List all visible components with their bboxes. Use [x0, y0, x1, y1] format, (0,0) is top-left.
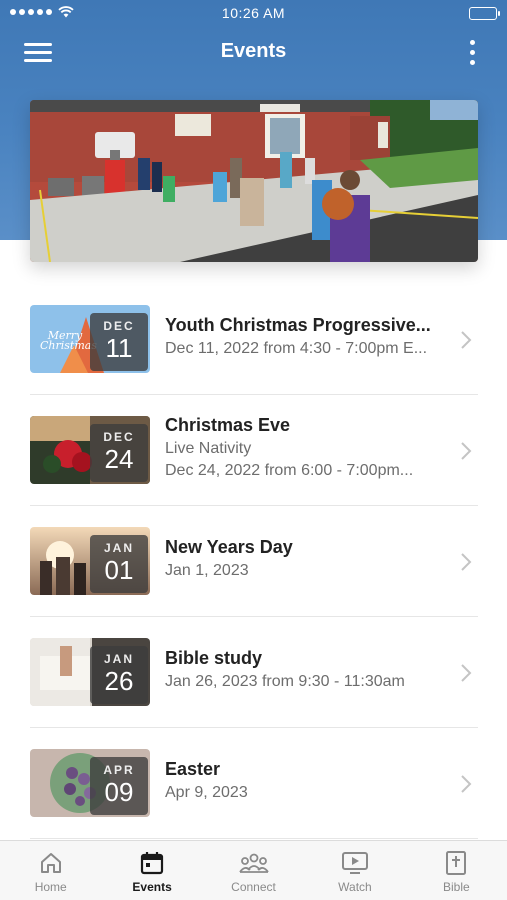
date-badge: DEC 24	[90, 424, 148, 482]
date-day: 01	[104, 555, 134, 585]
event-list: Merry Christmas DEC 11 Youth Christmas P…	[30, 284, 478, 839]
event-info: Youth Christmas Progressive... Dec 11, 2…	[165, 315, 455, 358]
event-thumbnail: JAN 01	[30, 527, 150, 595]
status-bar: 10:26 AM	[0, 0, 507, 28]
event-info: Christmas Eve Live Nativity Dec 24, 2022…	[165, 415, 455, 480]
event-datetime: Dec 11, 2022 from 4:30 - 7:00pm E...	[165, 340, 428, 357]
chevron-right-icon	[461, 553, 472, 571]
date-month: DEC	[103, 430, 135, 444]
tab-label: Watch	[338, 880, 372, 894]
tab-bar: Home Events Connect Watch Bible	[0, 840, 507, 900]
event-info: New Years Day Jan 1, 2023	[165, 537, 455, 580]
tab-label: Connect	[231, 880, 276, 894]
event-title: New Years Day	[165, 537, 293, 557]
event-title: Easter	[165, 759, 221, 779]
date-badge: JAN 26	[90, 646, 148, 704]
date-month: JAN	[103, 541, 134, 555]
event-row-new-years-day[interactable]: JAN 01 New Years Day Jan 1, 2023	[30, 506, 478, 617]
event-info: Easter Apr 9, 2023	[165, 759, 455, 802]
tab-watch[interactable]: Watch	[304, 841, 405, 900]
chevron-right-icon	[461, 664, 472, 682]
event-subtitle: Live Nativity	[165, 440, 252, 457]
date-badge: JAN 01	[90, 535, 148, 593]
thumbnail-caption: Merry Christmas	[40, 329, 97, 352]
event-datetime: Dec 24, 2022 from 6:00 - 7:00pm...	[165, 462, 414, 479]
event-info: Bible study Jan 26, 2023 from 9:30 - 11:…	[165, 648, 455, 691]
date-badge: APR 09	[90, 757, 148, 815]
event-row-christmas-eve[interactable]: DEC 24 Christmas Eve Live Nativity Dec 2…	[30, 395, 478, 506]
status-time: 10:26 AM	[221, 5, 286, 21]
hero-image[interactable]	[30, 100, 478, 262]
people-icon	[238, 853, 269, 873]
chevron-right-icon	[461, 331, 472, 349]
date-day: 26	[104, 666, 134, 696]
tab-bible[interactable]: Bible	[406, 841, 507, 900]
chevron-right-icon	[461, 442, 472, 460]
home-icon	[40, 853, 61, 873]
event-thumbnail: Merry Christmas DEC 11	[30, 305, 150, 373]
event-datetime: Jan 26, 2023 from 9:30 - 11:30am	[165, 673, 405, 690]
date-day: 11	[105, 333, 133, 363]
chevron-right-icon	[461, 775, 472, 793]
event-row-youth-christmas[interactable]: Merry Christmas DEC 11 Youth Christmas P…	[30, 284, 478, 395]
page-title: Events	[220, 40, 287, 62]
tab-events[interactable]: Events	[101, 841, 202, 900]
tab-label: Bible	[442, 880, 470, 894]
tv-play-icon	[341, 852, 368, 874]
event-title: Christmas Eve	[165, 415, 291, 435]
tab-label: Home	[34, 880, 67, 894]
event-thumbnail: JAN 26	[30, 638, 150, 706]
tab-home[interactable]: Home	[0, 841, 101, 900]
calendar-icon	[141, 852, 164, 875]
event-row-bible-study[interactable]: JAN 26 Bible study Jan 26, 2023 from 9:3…	[30, 617, 478, 728]
event-thumbnail: APR 09	[30, 749, 150, 817]
date-day: 09	[104, 777, 134, 807]
date-day: 24	[104, 444, 134, 474]
nav-bar: Events	[0, 28, 507, 76]
date-month: DEC	[103, 319, 135, 333]
tab-connect[interactable]: Connect	[203, 841, 304, 900]
battery-icon	[469, 7, 500, 20]
event-datetime: Apr 9, 2023	[165, 784, 248, 801]
date-month: APR	[103, 763, 135, 777]
tab-label: Events	[132, 880, 172, 894]
date-month: JAN	[103, 652, 134, 666]
bible-icon	[446, 851, 467, 875]
event-title: Youth Christmas Progressive...	[165, 315, 431, 335]
event-title: Bible study	[165, 648, 263, 668]
event-datetime: Jan 1, 2023	[165, 562, 249, 579]
event-thumbnail: DEC 24	[30, 416, 150, 484]
date-badge: DEC 11	[90, 313, 148, 371]
more-options-icon[interactable]	[469, 40, 477, 66]
event-row-easter[interactable]: APR 09 Easter Apr 9, 2023	[30, 728, 478, 839]
